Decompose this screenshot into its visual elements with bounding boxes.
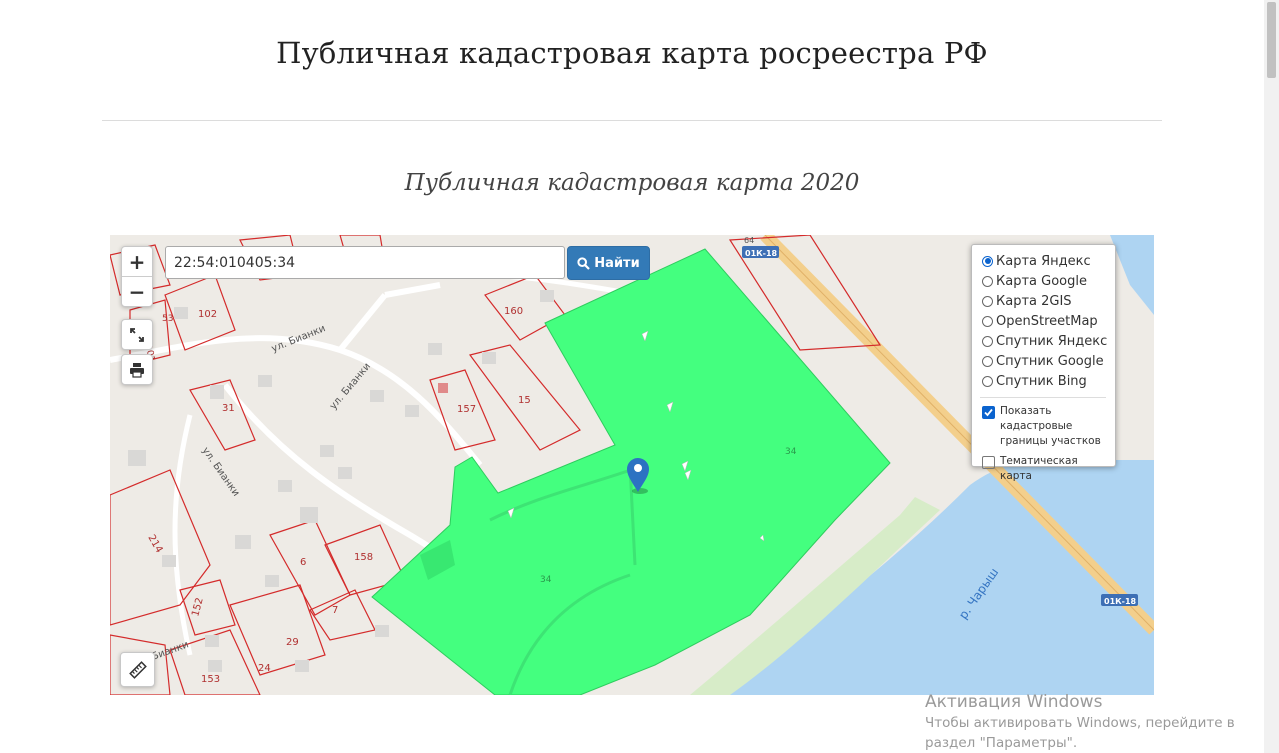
radio-icon[interactable] xyxy=(982,355,993,367)
search-icon xyxy=(577,256,591,270)
street-label-3: ул. Бианки xyxy=(200,445,242,498)
page-subtitle: Публичная кадастровая карта 2020 xyxy=(404,170,860,196)
search-button-label: Найти xyxy=(594,255,640,271)
parcel-6: 6 xyxy=(300,557,306,568)
parcel-152: 152 xyxy=(190,596,206,617)
layer-option-google-satellite[interactable]: Спутник Google xyxy=(982,351,1106,371)
zoom-control: + − xyxy=(121,246,153,307)
layer-option-yandex-satellite[interactable]: Спутник Яндекс xyxy=(982,331,1107,351)
highlighted-building xyxy=(438,383,448,393)
checkbox-icon[interactable] xyxy=(982,456,995,469)
zoom-out-button[interactable]: − xyxy=(122,276,152,306)
parcel-214: 214 xyxy=(145,533,164,555)
layer-option-google-map[interactable]: Карта Google xyxy=(982,271,1106,291)
overlay-cadastral-borders[interactable]: Показать кадастровые границы участков xyxy=(982,404,1106,449)
zoom-in-button[interactable]: + xyxy=(122,247,152,276)
parcel-158: 158 xyxy=(354,552,373,563)
radio-icon[interactable] xyxy=(982,375,993,387)
target-label-1: 34 xyxy=(785,447,797,457)
measure-button[interactable] xyxy=(121,653,154,686)
checkbox-icon[interactable] xyxy=(982,406,995,419)
fullscreen-icon xyxy=(130,327,144,342)
parcel-15: 15 xyxy=(518,395,531,406)
road-label-3: 64 xyxy=(744,236,754,245)
cadastral-search-input[interactable] xyxy=(165,246,565,279)
radio-icon[interactable] xyxy=(982,255,993,267)
fullscreen-button[interactable] xyxy=(122,320,152,349)
scrollbar-thumb[interactable] xyxy=(1267,2,1276,78)
watermark-text: Чтобы активировать Windows, перейдите в … xyxy=(925,715,1235,751)
parcel-29: 29 xyxy=(286,637,299,648)
layer-option-2gis-map[interactable]: Карта 2GIS xyxy=(982,291,1106,311)
layer-option-yandex-map[interactable]: Карта Яндекс xyxy=(982,251,1106,271)
water-top-right xyxy=(1110,235,1154,315)
parcel-31: 31 xyxy=(222,403,235,414)
layer-option-bing-satellite[interactable]: Спутник Bing xyxy=(982,371,1106,391)
print-control xyxy=(121,354,153,385)
parcel-157: 157 xyxy=(457,404,476,415)
watermark-title: Активация Windows xyxy=(925,692,1103,712)
print-icon xyxy=(130,362,144,378)
parcel-102: 102 xyxy=(198,309,217,320)
layer-divider xyxy=(980,397,1106,398)
overlay-thematic-map[interactable]: Тематическая карта xyxy=(982,454,1106,484)
ruler-icon xyxy=(128,660,147,679)
page-title: Публичная кадастровая карта росреестра Р… xyxy=(276,36,988,70)
road-label-2: 01К-18 xyxy=(1104,597,1137,606)
windows-activation-watermark: Активация Windows Чтобы активировать Win… xyxy=(925,691,1235,753)
parcel-153: 153 xyxy=(201,674,220,685)
radio-icon[interactable] xyxy=(982,295,993,307)
layer-switcher: Карта Яндекс Карта Google Карта 2GIS Ope… xyxy=(971,244,1116,482)
page-scrollbar[interactable] xyxy=(1264,0,1279,753)
measure-control xyxy=(120,652,155,687)
search-button[interactable]: Найти xyxy=(567,246,650,280)
parcel-160: 160 xyxy=(504,306,523,317)
print-button[interactable] xyxy=(122,355,152,384)
divider xyxy=(102,120,1162,121)
target-label-2: 34 xyxy=(540,575,552,585)
radio-icon[interactable] xyxy=(982,275,993,287)
parcel-7: 7 xyxy=(332,605,338,616)
radio-icon[interactable] xyxy=(982,335,993,347)
road-label-1: 01К-18 xyxy=(745,249,778,258)
radio-icon[interactable] xyxy=(982,315,993,327)
fullscreen-control xyxy=(121,319,153,350)
parcel-53: 53 xyxy=(162,314,173,324)
layer-option-osm[interactable]: OpenStreetMap xyxy=(982,311,1106,331)
street-label-2: ул. Бианки xyxy=(328,361,373,412)
parcel-24: 24 xyxy=(258,663,271,674)
cadastral-map[interactable]: 102 53 101 160 157 15 31 214 6 158 7 152… xyxy=(110,235,1154,695)
